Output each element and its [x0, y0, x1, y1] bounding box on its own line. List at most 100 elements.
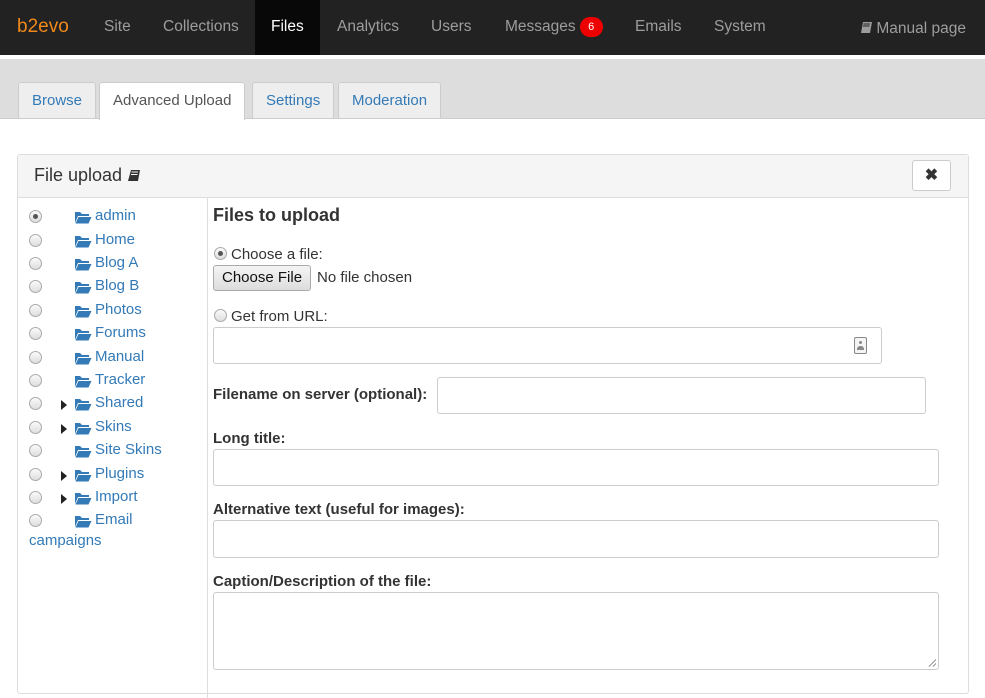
- long-title-input[interactable]: [213, 449, 939, 486]
- folder-open-icon: [75, 353, 92, 365]
- nav-site[interactable]: Site: [104, 0, 131, 55]
- folder-open-icon: [75, 329, 92, 341]
- folder-label[interactable]: Site Skins: [95, 441, 162, 458]
- folder-radio[interactable]: [29, 257, 42, 270]
- folder-radio[interactable]: [29, 444, 42, 457]
- folder-open-icon: [75, 423, 92, 435]
- top-navbar: b2evo Site Collections Files Analytics U…: [0, 0, 985, 55]
- nav-messages-label: Messages: [505, 18, 576, 35]
- alt-text-input[interactable]: [213, 520, 939, 558]
- folder-label[interactable]: Home: [95, 231, 135, 248]
- folder-label[interactable]: Manual: [95, 348, 144, 365]
- choose-file-label: Choose a file:: [231, 246, 323, 263]
- folder-open-icon: [75, 306, 92, 318]
- panel-header: File upload ✖: [18, 155, 968, 198]
- long-title-label: Long title:: [213, 430, 286, 447]
- folder-row[interactable]: Import: [18, 488, 208, 511]
- get-from-url-radio[interactable]: [214, 309, 227, 322]
- caption-textarea[interactable]: [213, 592, 939, 670]
- expand-caret-icon[interactable]: [61, 494, 67, 504]
- expand-caret-icon[interactable]: [61, 471, 67, 481]
- url-input[interactable]: [213, 327, 882, 364]
- folder-radio[interactable]: [29, 304, 42, 317]
- folder-label[interactable]: Email: [95, 511, 133, 528]
- folder-row[interactable]: Site Skins: [18, 441, 208, 464]
- no-file-chosen-text: No file chosen: [317, 269, 413, 286]
- alt-text-label: Alternative text (useful for images):: [213, 501, 465, 518]
- nav-emails[interactable]: Emails: [635, 0, 682, 55]
- tab-moderation[interactable]: Moderation: [338, 82, 442, 118]
- file-upload-panel: File upload ✖ admin Home Blog A Blog B P…: [17, 154, 969, 698]
- expand-caret-icon[interactable]: [61, 424, 67, 434]
- folder-label[interactable]: admin: [95, 207, 136, 224]
- folder-row[interactable]: Blog B: [18, 277, 208, 300]
- folder-row[interactable]: Blog A: [18, 254, 208, 277]
- tab-settings[interactable]: Settings: [252, 82, 335, 118]
- folder-row[interactable]: Home: [18, 231, 208, 254]
- tab-advanced-upload[interactable]: Advanced Upload: [99, 82, 246, 120]
- expand-caret-icon[interactable]: [61, 400, 67, 410]
- folder-radio[interactable]: [29, 491, 42, 504]
- filename-input[interactable]: [437, 377, 926, 414]
- choose-file-button[interactable]: Choose File: [213, 265, 312, 291]
- folder-open-icon: [75, 282, 92, 294]
- folder-label[interactable]: Tracker: [95, 371, 145, 388]
- manual-page-label: Manual page: [876, 20, 966, 37]
- folder-label[interactable]: Import: [95, 488, 138, 505]
- folder-open-icon: [75, 493, 92, 505]
- folder-row[interactable]: Skins: [18, 418, 208, 441]
- folder-radio[interactable]: [29, 421, 42, 434]
- nav-system[interactable]: System: [714, 0, 766, 55]
- nav-files[interactable]: Files: [255, 0, 320, 55]
- folder-open-icon: [75, 399, 92, 411]
- tab-strip: Browse Advanced Upload Settings Moderati…: [0, 59, 985, 120]
- folder-radio[interactable]: [29, 468, 42, 481]
- folder-radio[interactable]: [29, 210, 42, 223]
- nav-collections[interactable]: Collections: [163, 0, 239, 55]
- folder-radio[interactable]: [29, 514, 42, 527]
- folder-open-icon: [75, 212, 92, 224]
- folder-open-icon: [75, 516, 92, 528]
- nav-users[interactable]: Users: [431, 0, 471, 55]
- contact-card-icon: [854, 337, 867, 354]
- folder-radio[interactable]: [29, 280, 42, 293]
- folder-radio[interactable]: [29, 397, 42, 410]
- folder-radio[interactable]: [29, 234, 42, 247]
- folder-label-continued[interactable]: campaigns: [29, 532, 102, 549]
- close-button[interactable]: ✖: [912, 160, 951, 191]
- folder-row[interactable]: admin: [18, 207, 208, 230]
- folder-row[interactable]: Email campaigns: [18, 511, 208, 557]
- folder-label[interactable]: Forums: [95, 324, 146, 341]
- folder-label[interactable]: Plugins: [95, 465, 144, 482]
- book-icon[interactable]: [127, 169, 141, 182]
- folder-label[interactable]: Photos: [95, 301, 142, 318]
- folder-label[interactable]: Blog A: [95, 254, 138, 271]
- folder-radio[interactable]: [29, 327, 42, 340]
- nav-messages[interactable]: Messages 6: [505, 0, 603, 55]
- folder-open-icon: [75, 259, 92, 271]
- nav-analytics[interactable]: Analytics: [337, 0, 399, 55]
- book-icon: [861, 22, 873, 33]
- folder-row[interactable]: Plugins: [18, 465, 208, 488]
- folder-label[interactable]: Shared: [95, 394, 143, 411]
- folder-label[interactable]: Skins: [95, 418, 132, 435]
- folder-row[interactable]: Forums: [18, 324, 208, 347]
- folder-radio[interactable]: [29, 374, 42, 387]
- messages-count-badge: 6: [579, 17, 603, 37]
- folder-row[interactable]: Tracker: [18, 371, 208, 394]
- tab-browse[interactable]: Browse: [18, 82, 97, 118]
- resize-grip-icon[interactable]: [928, 659, 936, 667]
- folder-row[interactable]: Shared: [18, 394, 208, 417]
- folder-open-icon: [75, 376, 92, 388]
- files-to-upload-heading: Files to upload: [213, 205, 341, 225]
- manual-page-link[interactable]: Manual page: [860, 0, 966, 55]
- folder-row[interactable]: Manual: [18, 348, 208, 371]
- folder-tree: admin Home Blog A Blog B Photos Forums M…: [18, 198, 208, 698]
- folder-row[interactable]: Photos: [18, 301, 208, 324]
- panel-title-text: File upload: [34, 165, 123, 185]
- filename-label: Filename on server (optional):: [213, 386, 428, 403]
- folder-radio[interactable]: [29, 351, 42, 364]
- brand-logo[interactable]: b2evo: [17, 16, 69, 38]
- folder-label[interactable]: Blog B: [95, 277, 139, 294]
- choose-file-radio[interactable]: [214, 247, 227, 260]
